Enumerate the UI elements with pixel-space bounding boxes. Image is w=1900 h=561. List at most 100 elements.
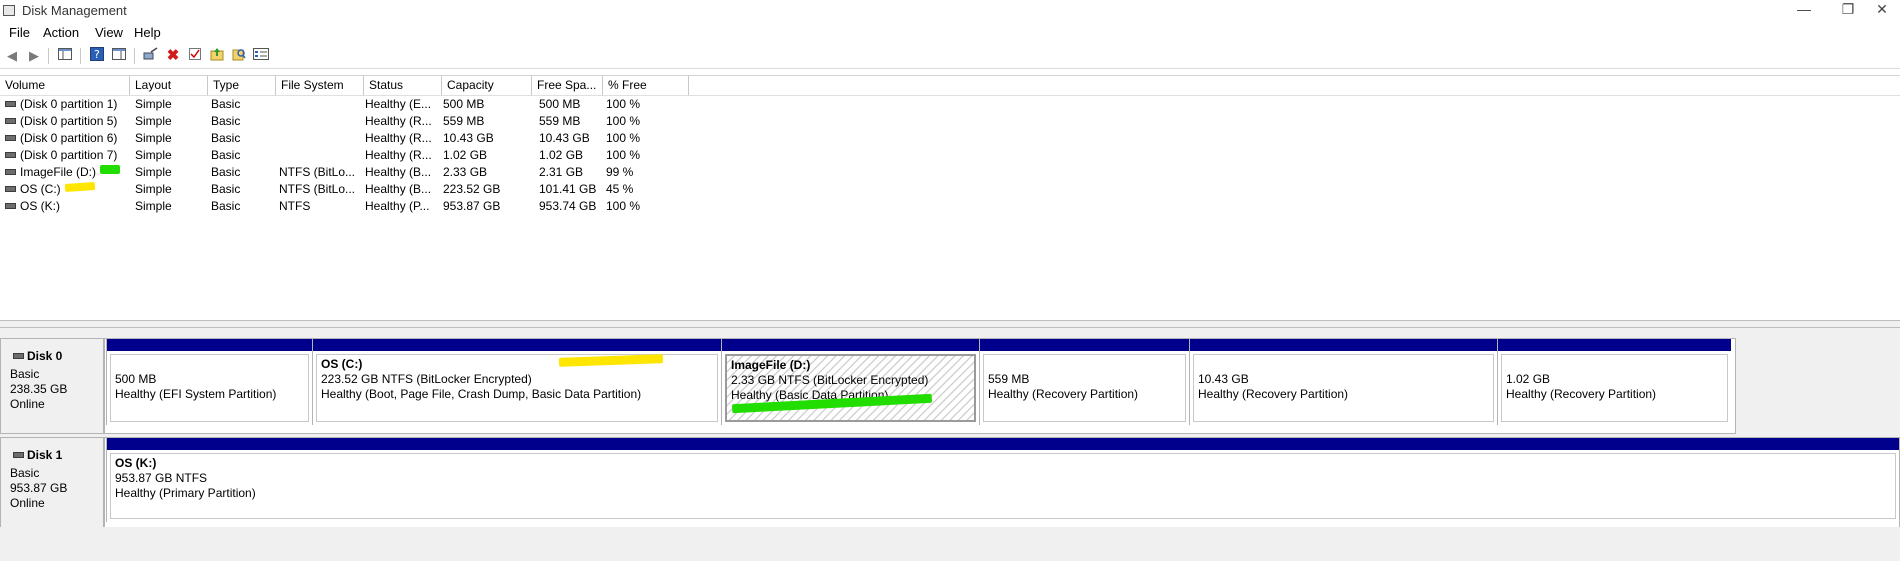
volume-icon <box>5 185 16 192</box>
table-row[interactable]: OS (K:) Simple Basic NTFS Healthy (P... … <box>0 198 700 215</box>
table-row[interactable]: (Disk 0 partition 5) Simple Basic Health… <box>0 113 700 130</box>
disk-icon <box>13 352 24 359</box>
svg-text:?: ? <box>94 48 100 61</box>
partition-recovery-559mb[interactable]: 559 MB Healthy (Recovery Partition) <box>979 339 1189 425</box>
status-cell: Healthy (P... <box>365 199 430 213</box>
column-header-file-system[interactable]: File System <box>276 76 364 95</box>
partition-size: 223.52 GB NTFS (BitLocker Encrypted) <box>321 372 532 386</box>
column-header-status[interactable]: Status <box>364 76 442 95</box>
column-header-type[interactable]: Type <box>208 76 276 95</box>
list-header: Volume Layout Type File System Status Ca… <box>0 76 1900 96</box>
partition-status: Healthy (Recovery Partition) <box>988 387 1139 401</box>
percent-free-cell: 99 % <box>606 165 634 179</box>
import-icon[interactable] <box>208 47 226 65</box>
column-header-layout[interactable]: Layout <box>130 76 208 95</box>
type-cell: Basic <box>211 114 241 128</box>
volume-icon <box>5 151 16 158</box>
disk-0-partitions: 500 MB Healthy (EFI System Partition) OS… <box>104 338 1736 434</box>
connect-icon[interactable] <box>142 47 160 65</box>
capacity-cell: 1.02 GB <box>443 148 488 162</box>
capacity-cell: 10.43 GB <box>443 131 494 145</box>
status-cell: Healthy (E... <box>365 97 432 111</box>
partition-status: Healthy (Recovery Partition) <box>1506 387 1657 401</box>
volume-name: ImageFile (D:) <box>20 165 97 179</box>
table-row[interactable]: OS (C:) Simple Basic NTFS (BitLo... Heal… <box>0 181 700 198</box>
partition-recovery-10gb[interactable]: 10.43 GB Healthy (Recovery Partition) <box>1189 339 1497 425</box>
percent-free-cell: 45 % <box>606 182 634 196</box>
menu-action[interactable]: Action <box>43 25 79 40</box>
partition-efi[interactable]: 500 MB Healthy (EFI System Partition) <box>106 339 312 425</box>
partition-status: Healthy (Recovery Partition) <box>1198 387 1349 401</box>
type-cell: Basic <box>211 182 241 196</box>
help-icon[interactable]: ? <box>88 47 106 65</box>
disk-type: Basic <box>10 466 40 480</box>
layout-cell: Simple <box>135 199 172 213</box>
volume-list: Volume Layout Type File System Status Ca… <box>0 75 1900 321</box>
partition-name: ImageFile (D:) <box>731 358 811 372</box>
capacity-cell: 2.33 GB <box>443 165 488 179</box>
toolbar: ◀ ▶ ? ✖ <box>0 44 1900 69</box>
partition-recovery-1gb[interactable]: 1.02 GB Healthy (Recovery Partition) <box>1497 339 1731 425</box>
forward-arrow-icon[interactable]: ▶ <box>25 47 43 65</box>
table-row[interactable]: (Disk 0 partition 6) Simple Basic Health… <box>0 130 700 147</box>
disk-0-label[interactable]: Disk 0 Basic 238.35 GB Online <box>0 338 104 434</box>
layout-cell: Simple <box>135 182 172 196</box>
volume-name: (Disk 0 partition 6) <box>20 131 118 145</box>
partition-os-c[interactable]: OS (C:) 223.52 GB NTFS (BitLocker Encryp… <box>312 339 721 425</box>
disk-1-label[interactable]: Disk 1 Basic 953.87 GB Online <box>0 437 104 531</box>
volume-icon <box>5 202 16 209</box>
volume-name: (Disk 0 partition 1) <box>20 97 118 111</box>
list-view-icon[interactable] <box>252 47 270 65</box>
free-space-cell: 101.41 GB <box>539 182 597 196</box>
partition-name <box>1198 357 1489 372</box>
capacity-cell: 953.87 GB <box>443 199 501 213</box>
volume-name: (Disk 0 partition 7) <box>20 148 118 162</box>
partition-imagefile-d[interactable]: ImageFile (D:) 2.33 GB NTFS (BitLocker E… <box>721 339 979 425</box>
percent-free-cell: 100 % <box>606 131 641 145</box>
layout-cell: Simple <box>135 148 172 162</box>
minimize-button[interactable]: — <box>1782 0 1826 20</box>
toolbar-separator <box>48 48 49 64</box>
back-arrow-icon[interactable]: ◀ <box>3 47 21 65</box>
status-cell: Healthy (R... <box>365 131 432 145</box>
free-space-cell: 1.02 GB <box>539 148 584 162</box>
status-cell: Healthy (B... <box>365 182 432 196</box>
properties-icon[interactable] <box>186 47 204 65</box>
menu-view[interactable]: View <box>95 25 123 40</box>
free-space-cell: 10.43 GB <box>539 131 590 145</box>
free-space-cell: 953.74 GB <box>539 199 597 213</box>
partition-name <box>988 357 1181 372</box>
disk-1-partitions: OS (K:) 953.87 GB NTFS Healthy (Primary … <box>104 437 1900 531</box>
console-tree-icon[interactable] <box>56 47 74 65</box>
close-button[interactable]: ✕ <box>1860 0 1900 20</box>
partition-size: 10.43 GB <box>1198 372 1249 386</box>
table-row[interactable]: (Disk 0 partition 7) Simple Basic Health… <box>0 147 700 164</box>
partition-os-k[interactable]: OS (K:) 953.87 GB NTFS Healthy (Primary … <box>106 438 1899 522</box>
column-header-capacity[interactable]: Capacity <box>442 76 532 95</box>
partition-size: 500 MB <box>115 372 157 386</box>
percent-free-cell: 100 % <box>606 199 641 213</box>
type-cell: Basic <box>211 199 241 213</box>
title-bar: Disk Management — ❐ ✕ <box>0 0 1900 22</box>
pane-splitter[interactable] <box>0 320 1900 328</box>
capacity-cell: 223.52 GB <box>443 182 501 196</box>
menu-help[interactable]: Help <box>134 25 161 40</box>
show-pane-icon[interactable] <box>110 47 128 65</box>
capacity-cell: 500 MB <box>443 97 485 111</box>
partition-name <box>115 357 304 372</box>
menu-file[interactable]: File <box>9 25 30 40</box>
layout-cell: Simple <box>135 131 172 145</box>
free-space-cell: 500 MB <box>539 97 581 111</box>
search-icon[interactable] <box>230 47 248 65</box>
table-row[interactable]: (Disk 0 partition 1) Simple Basic Health… <box>0 96 700 113</box>
menu-bar: File Action View Help <box>0 22 1900 44</box>
status-strip <box>0 527 1900 561</box>
window-title: Disk Management <box>22 3 127 18</box>
file-system-cell: NTFS (BitLo... <box>279 165 356 179</box>
type-cell: Basic <box>211 148 241 162</box>
column-header-percent-free[interactable]: % Free <box>603 76 689 95</box>
column-header-volume[interactable]: Volume <box>0 76 130 95</box>
column-header-free-space[interactable]: Free Spa... <box>532 76 603 95</box>
delete-icon[interactable]: ✖ <box>164 47 182 65</box>
partition-name <box>1506 357 1723 372</box>
